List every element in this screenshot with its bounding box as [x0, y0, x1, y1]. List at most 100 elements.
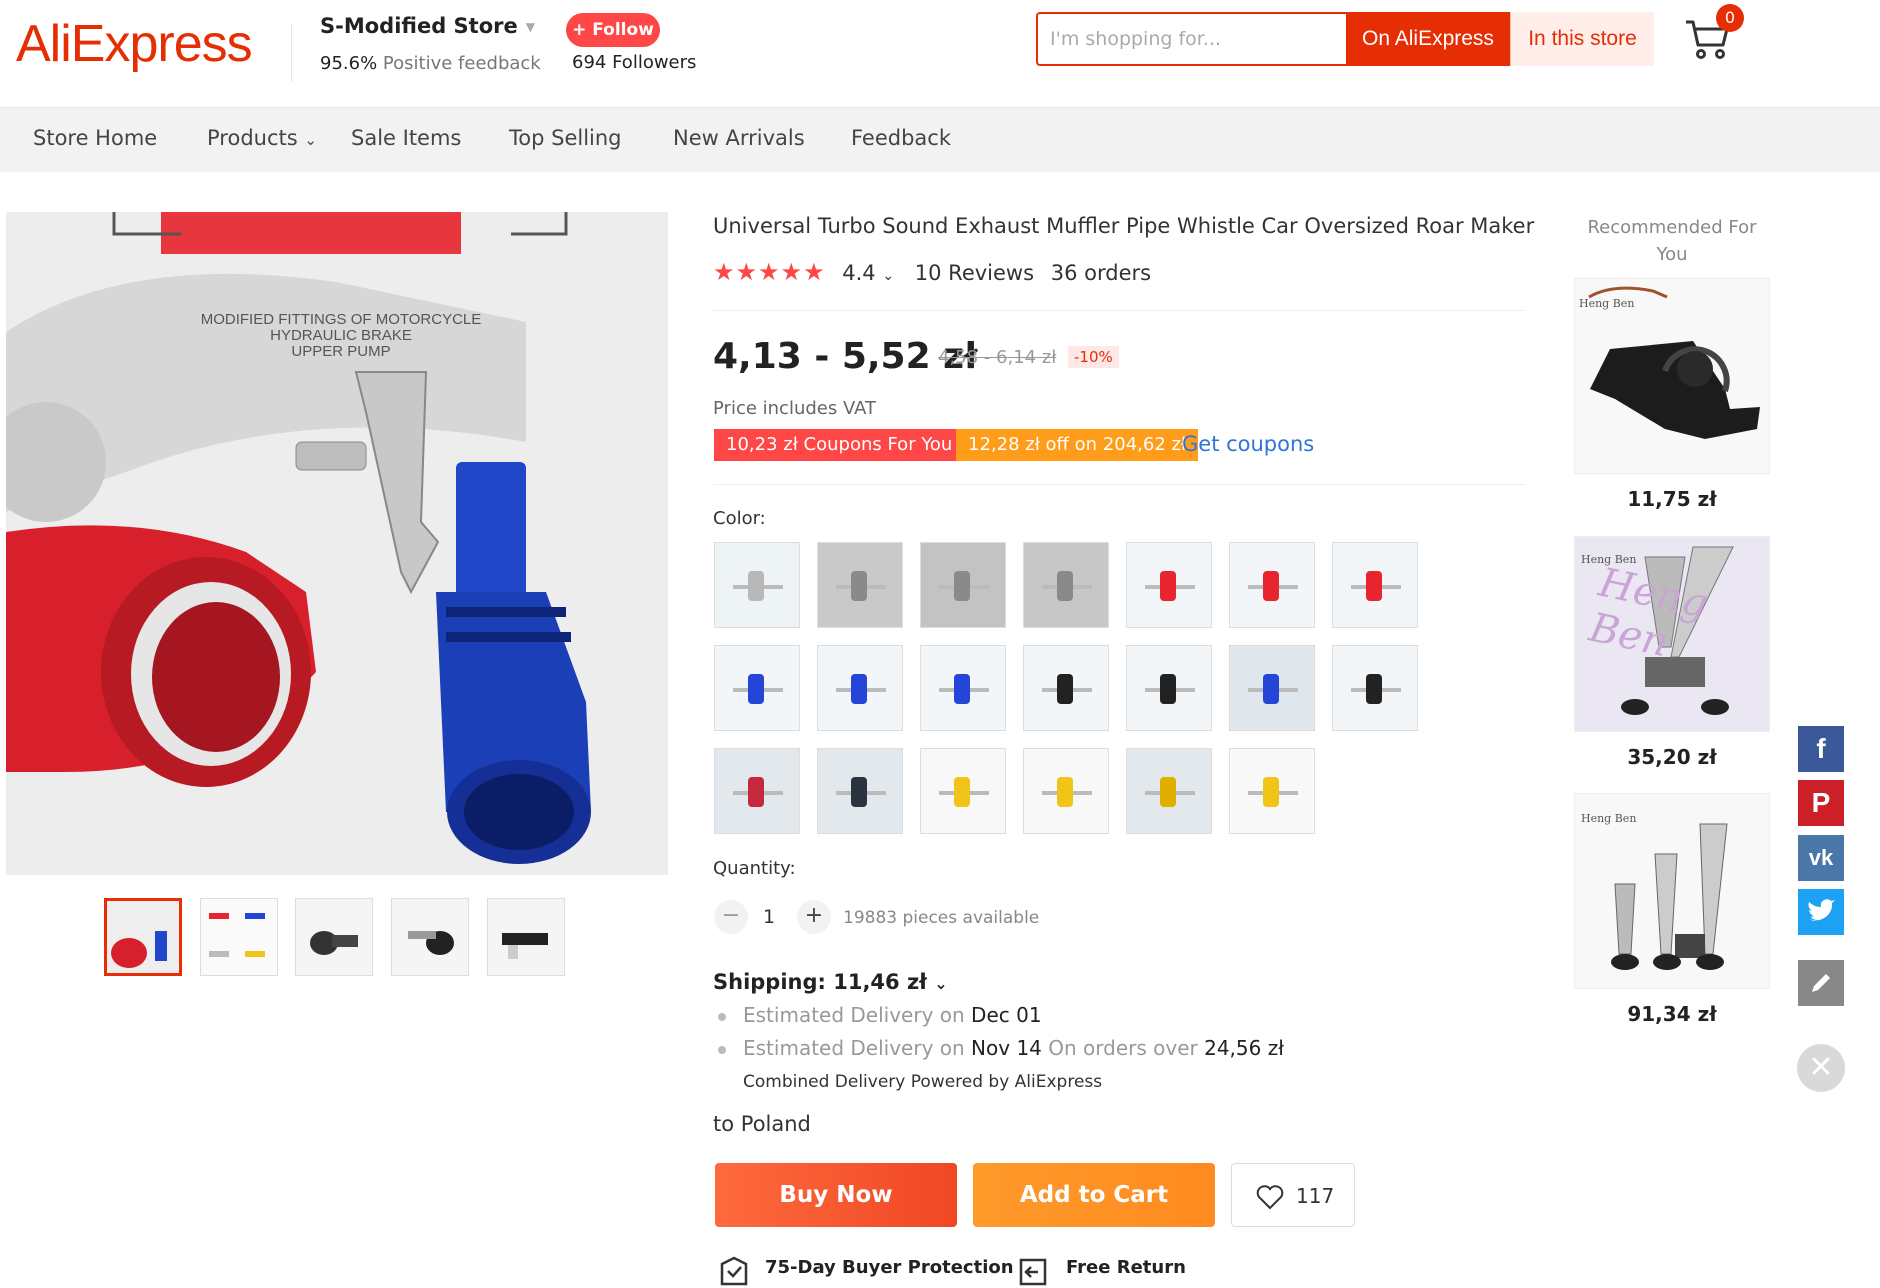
reviews-link[interactable]: 10 Reviews	[915, 261, 1034, 285]
twitter-share-icon[interactable]	[1798, 889, 1844, 935]
nav-top-selling[interactable]: Top Selling	[509, 126, 622, 150]
quantity-value[interactable]: 1	[763, 906, 775, 928]
swatch-color-chip	[851, 571, 867, 601]
vk-share-icon[interactable]: vk	[1798, 835, 1844, 881]
swatch-color-chip	[954, 571, 970, 601]
swatch-color-chip	[748, 777, 764, 807]
search-input[interactable]	[1050, 24, 1360, 54]
color-swatch-16[interactable]	[817, 748, 903, 834]
color-swatch-2[interactable]	[817, 542, 903, 628]
color-swatch-3[interactable]	[920, 542, 1006, 628]
buy-now-button[interactable]: Buy Now	[715, 1163, 957, 1227]
quantity-label: Quantity:	[713, 858, 796, 879]
swatch-color-chip	[1263, 571, 1279, 601]
recommended-item-2[interactable]: Heng Ben Heng Ben	[1574, 536, 1770, 732]
recommended-item-3[interactable]: Heng Ben	[1574, 793, 1770, 989]
main-product-image[interactable]: MODIFIED FITTINGS OF MOTORCYCLE HYDRAULI…	[6, 212, 668, 875]
thumbnail-5[interactable]	[487, 898, 565, 976]
color-swatch-13[interactable]	[1229, 645, 1315, 731]
color-swatch-5[interactable]	[1126, 542, 1212, 628]
store-navbar: Store Home Products ⌄ Sale Items Top Sel…	[0, 108, 1880, 172]
nav-sale-items[interactable]: Sale Items	[351, 126, 461, 150]
shipping-selector[interactable]: Shipping: 11,46 zł ⌄	[713, 970, 948, 994]
facebook-share-icon[interactable]: f	[1798, 726, 1844, 772]
followers: 694 Followers	[572, 52, 696, 73]
thumbnail-1[interactable]	[104, 898, 182, 976]
close-icon[interactable]: ✕	[1797, 1044, 1845, 1092]
color-swatch-11[interactable]	[1023, 645, 1109, 731]
quantity-increase-button[interactable]: +	[797, 900, 831, 934]
thumbnail-image	[201, 899, 277, 975]
search-aliexpress-button[interactable]: On AliExpress	[1346, 12, 1510, 66]
thumbnail-image	[107, 901, 179, 973]
recommended-title: Recommended For You	[1587, 217, 1757, 265]
thumbnail-4[interactable]	[391, 898, 469, 976]
estimated-delivery-date: Dec 01	[971, 1003, 1042, 1027]
color-swatch-15[interactable]	[714, 748, 800, 834]
caret-down-icon: ▼	[525, 20, 535, 34]
divider	[713, 310, 1525, 311]
aliexpress-logo[interactable]: AliExpress	[16, 14, 253, 74]
pinterest-share-icon[interactable]: P	[1798, 780, 1844, 826]
search-store-button[interactable]: In this store	[1510, 12, 1654, 66]
color-swatch-20[interactable]	[1229, 748, 1315, 834]
color-swatch-1[interactable]	[714, 542, 800, 628]
wishlist-button[interactable]: 117	[1231, 1163, 1355, 1227]
color-swatch-7[interactable]	[1332, 542, 1418, 628]
brand-logo	[1588, 286, 1668, 299]
estimated-delivery-label: Estimated Delivery on	[743, 1003, 965, 1027]
recommended-price-2: 35,20 zł	[1627, 745, 1717, 769]
image-caption-line-1: MODIFIED FITTINGS OF MOTORCYCLE	[200, 311, 482, 328]
color-swatch-12[interactable]	[1126, 645, 1212, 731]
discount-coupon-badge[interactable]: 12,28 zł off on 204,62 zł	[956, 429, 1199, 461]
order-threshold-note: On orders over	[1048, 1036, 1198, 1060]
chevron-down-icon: ⌄	[882, 268, 895, 284]
nav-products[interactable]: Products ⌄	[207, 126, 317, 150]
quantity-decrease-button[interactable]: −	[714, 900, 748, 934]
original-price: 4,58 - 6,14 zł	[938, 347, 1057, 368]
thumbnail-3[interactable]	[295, 898, 373, 976]
rating-value[interactable]: 4.4	[842, 261, 875, 285]
add-to-cart-button[interactable]: Add to Cart	[973, 1163, 1215, 1227]
header-divider	[291, 24, 292, 82]
ship-to-label: to	[713, 1112, 735, 1136]
followers-label: Followers	[612, 52, 697, 73]
color-swatch-17[interactable]	[920, 748, 1006, 834]
search-bar: On AliExpress In this store	[1036, 12, 1654, 66]
store-feedback: 95.6% Positive feedback	[320, 53, 541, 74]
thumbnail-2[interactable]	[200, 898, 278, 976]
color-swatch-6[interactable]	[1229, 542, 1315, 628]
swatch-color-chip	[1263, 674, 1279, 704]
edit-pencil-icon[interactable]	[1798, 960, 1844, 1006]
recommended-price-3: 91,34 zł	[1627, 1002, 1717, 1026]
store-coupon-badge[interactable]: 10,23 zł Coupons For You	[714, 429, 965, 461]
color-swatch-8[interactable]	[714, 645, 800, 731]
color-swatch-18[interactable]	[1023, 748, 1109, 834]
swatch-color-chip	[1057, 674, 1073, 704]
swatch-color-chip	[1366, 674, 1382, 704]
discount-badge: -10%	[1068, 346, 1119, 368]
color-swatch-10[interactable]	[920, 645, 1006, 731]
ship-to[interactable]: to Poland	[713, 1112, 811, 1136]
nav-new-arrivals[interactable]: New Arrivals	[673, 126, 805, 150]
recommended-item-1[interactable]: Heng Ben	[1574, 278, 1770, 474]
color-swatch-9[interactable]	[817, 645, 903, 731]
color-swatch-4[interactable]	[1023, 542, 1109, 628]
nav-store-home[interactable]: Store Home	[33, 126, 157, 150]
swatch-color-chip	[1366, 571, 1382, 601]
stock-available: 19883 pieces available	[843, 908, 1040, 928]
get-coupons-link[interactable]: Get coupons	[1182, 432, 1314, 456]
image-caption-line-2: HYDRAULIC BRAKE	[270, 327, 412, 344]
color-swatch-14[interactable]	[1332, 645, 1418, 731]
shield-check-icon	[720, 1256, 748, 1286]
follow-button[interactable]: + Follow	[566, 13, 660, 47]
vat-note: Price includes VAT	[713, 398, 877, 419]
cart-count-badge: 0	[1716, 4, 1744, 32]
shipping-cost: Shipping: 11,46 zł	[713, 970, 927, 994]
buyer-protection-label: 75-Day Buyer Protection	[765, 1257, 1014, 1278]
color-swatch-19[interactable]	[1126, 748, 1212, 834]
return-icon	[1019, 1258, 1047, 1286]
store-name[interactable]: S-Modified Store ▼	[320, 14, 535, 38]
nav-feedback[interactable]: Feedback	[851, 126, 951, 150]
estimated-delivery-date: Nov 14	[971, 1036, 1042, 1060]
